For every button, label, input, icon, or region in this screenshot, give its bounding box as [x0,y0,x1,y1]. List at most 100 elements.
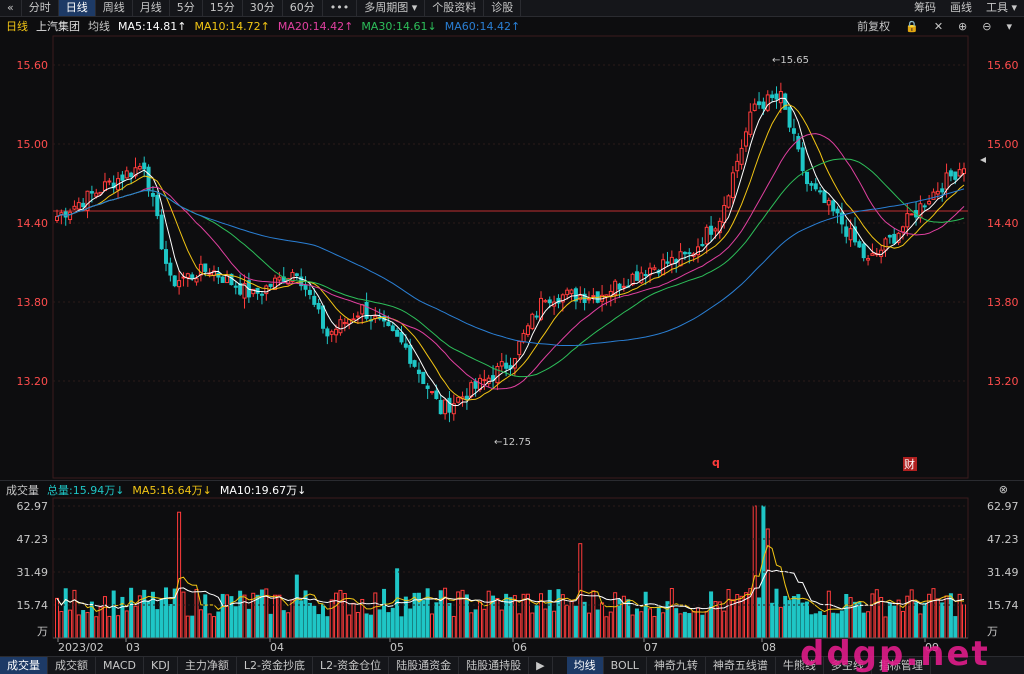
volume-bar [181,591,186,639]
close-icon[interactable]: ✕ [934,20,943,33]
volume-bar [595,609,600,639]
lock-icon[interactable]: 🔒 [905,20,919,33]
candle-body [652,267,657,270]
candle-body [421,371,426,385]
volume-close-icon[interactable]: ⊗ [999,483,1008,496]
indicator-tab-1[interactable]: 成交额 [48,657,96,674]
overlay-tab-0[interactable]: 均线 [566,657,604,674]
tab-1[interactable]: 日线 [58,0,96,16]
tab-2[interactable]: 周线 [96,0,133,16]
candle-body [857,241,862,248]
tab-10[interactable]: 个股资料 [425,0,485,16]
volume-bar [530,612,535,639]
toolbar-right: 筹码 画线 工具 ▾ [907,0,1024,16]
candle-body [399,331,404,343]
tab-8[interactable]: ••• [323,0,358,16]
ma-label[interactable]: 均线 [88,18,110,34]
candle-body [730,172,735,198]
volume-bar [643,591,648,639]
tab-7[interactable]: 60分 [283,0,323,16]
overlay-tab-3[interactable]: 神奇五线谱 [706,657,776,674]
candle-body [665,261,670,264]
indicator-tab-9[interactable]: ▶ [529,657,553,674]
candle-body [927,200,932,205]
toolbar-right-2[interactable]: 工具 ▾ [979,0,1024,16]
zoom-out-icon[interactable]: ⊖ [982,20,991,33]
volume-bar [935,598,940,639]
candle-body [203,263,208,272]
candle-body [172,275,177,287]
toolbar-right-0[interactable]: 筹码 [907,0,943,16]
tab-gap [553,657,567,674]
volume-bar [748,588,753,639]
ma5-value: MA5:14.81↑ [118,19,187,33]
volume-tick-right: 15.74 [987,599,1019,612]
volume-bar [743,592,748,639]
candle-body [573,288,578,302]
volume-bar [796,594,801,639]
volume-tick-left: 62.97 [17,500,49,513]
candle-body [643,273,648,276]
date-label: 08 [762,641,776,654]
candle-body [674,259,679,263]
volume-bar [948,593,953,639]
candle-body [382,315,387,322]
tab-11[interactable]: 诊股 [484,0,522,16]
indicator-tab-5[interactable]: L2-资金抄底 [237,657,314,674]
back-icon[interactable]: « [0,0,22,16]
candle-body [748,111,753,135]
tab-4[interactable]: 5分 [170,0,203,16]
candle-body [229,273,234,286]
volume-bar [325,616,330,639]
volume-bar [460,589,465,639]
chevron-down-icon[interactable]: ▾ [1006,20,1012,33]
indicator-tab-4[interactable]: 主力净额 [178,657,237,674]
zoom-in-icon[interactable]: ⊕ [958,20,967,33]
volume-bar [137,595,142,639]
candle-body [787,106,792,128]
indicator-tab-2[interactable]: MACD [96,657,144,674]
overlay-tab-2[interactable]: 神奇九转 [647,657,706,674]
volume-header: 成交量 总量:15.94万↓ MA5:16.64万↓ MA10:19.67万↓ … [0,480,1024,498]
candle-body [408,344,413,364]
indicator-tab-3[interactable]: KDJ [144,657,178,674]
candle-body [111,182,116,189]
candle-body [765,94,770,111]
tab-6[interactable]: 30分 [243,0,283,16]
candle-body [473,380,478,389]
volume-bar [473,609,478,639]
indicator-tab-7[interactable]: 陆股通资金 [389,657,460,674]
indicator-tab-0[interactable]: 成交量 [0,657,48,674]
volume-bar [168,604,173,639]
tab-9[interactable]: 多周期图 ▾ [357,0,426,16]
kline-chart[interactable]: 15.60 15.60 15.00 15.00 14.40 14.40 13.80 13.80… [0,0,1024,673]
volume-bar [220,593,225,639]
candle-body [778,90,783,104]
candle-body [198,263,203,276]
adjust-select[interactable]: 前复权 [857,18,890,34]
candle-body [556,297,561,304]
indicator-tab-6[interactable]: L2-资金仓位 [313,657,390,674]
tab-5[interactable]: 15分 [203,0,243,16]
volume-bar [896,599,901,639]
candle-body [948,170,953,177]
volume-total: 总量:15.94万↓ [47,483,125,497]
tab-3[interactable]: 月线 [133,0,170,16]
volume-bar [582,601,587,639]
price-tick-right: 14.40 [987,217,1019,230]
toolbar-right-1[interactable]: 画线 [943,0,979,16]
candle-body [709,225,714,235]
volume-bar [761,505,766,639]
tab-0[interactable]: 分时 [22,0,59,16]
volume-bar [517,613,522,639]
overlay-tab-1[interactable]: BOLL [604,657,647,674]
volume-tick-left: 万 [37,625,48,638]
candle-body [517,341,522,356]
candle-body [791,128,796,134]
indicator-tab-8[interactable]: 陆股通持股 [459,657,530,674]
date-label: 05 [390,641,404,654]
volume-tick-left: 31.49 [17,566,49,579]
candle-body [443,399,448,415]
volume-bar [386,612,391,639]
chart-info-bar: 日线 上汽集团 均线 MA5:14.81↑ MA10:14.72↑ MA20:1… [0,17,1024,35]
